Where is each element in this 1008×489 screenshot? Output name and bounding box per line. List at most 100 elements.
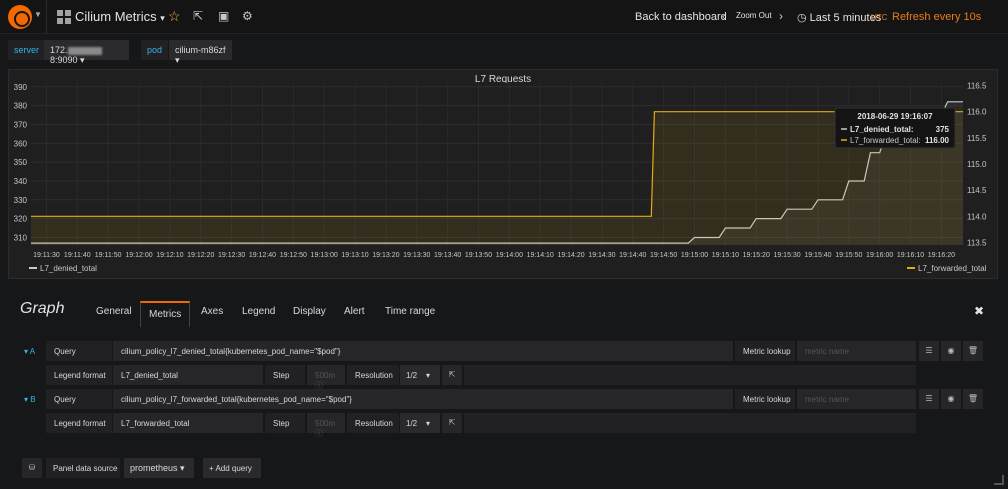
tab-display[interactable]: Display bbox=[293, 306, 326, 317]
tooltip-time: 2018-06-29 19:16:07 bbox=[857, 112, 933, 121]
refresh-picker[interactable]: Refresh every 10s bbox=[892, 11, 981, 23]
y-right-tick-label: 116.0 bbox=[967, 108, 987, 117]
share-icon[interactable]: ⇱ bbox=[193, 9, 203, 23]
x-tick-label: 19:13:40 bbox=[434, 252, 461, 259]
resolution-select-a[interactable]: 1/2 ▾ bbox=[400, 365, 440, 385]
tooltip-name-forwarded: L7_forwarded_total: bbox=[850, 136, 921, 145]
trash-icon[interactable]: 🗑 bbox=[963, 389, 983, 409]
x-tick-label: 19:11:40 bbox=[64, 252, 91, 259]
x-tick-label: 19:13:30 bbox=[403, 252, 430, 259]
graph-panel[interactable]: L7 Requests 310 320 330 340 350 360 370 380 390 1… bbox=[8, 69, 998, 279]
tooltip-value-forwarded: 116.00 bbox=[925, 136, 950, 145]
close-icon[interactable]: ✖ bbox=[974, 304, 984, 318]
query-input-a[interactable]: cilium_policy_l7_denied_total{kubernetes… bbox=[113, 341, 733, 361]
resolution-label: Resolution bbox=[347, 413, 399, 433]
eye-icon[interactable]: ◉ bbox=[941, 389, 961, 409]
x-tick-label: 19:14:20 bbox=[557, 252, 584, 259]
variable-label-pod: pod bbox=[141, 40, 169, 60]
metric-lookup-label: Metric lookup bbox=[735, 341, 795, 361]
resize-handle[interactable] bbox=[994, 475, 1004, 485]
y-left-tick-label: 310 bbox=[14, 233, 28, 242]
zoom-out-button[interactable]: Zoom Out bbox=[736, 11, 772, 20]
query-b-filler bbox=[464, 413, 916, 433]
x-tick-label: 19:14:00 bbox=[496, 252, 523, 259]
chevron-right-icon[interactable]: › bbox=[779, 9, 783, 23]
resolution-select-b[interactable]: 1/2 ▾ bbox=[400, 413, 440, 433]
y-right-tick-label: 116.5 bbox=[967, 82, 987, 91]
variable-label-server: server bbox=[8, 40, 46, 60]
y-right-tick-label: 113.5 bbox=[967, 238, 987, 247]
tab-time-range[interactable]: Time range bbox=[385, 306, 435, 317]
y-left-tick-label: 350 bbox=[14, 158, 28, 167]
trash-icon[interactable]: 🗑 bbox=[963, 341, 983, 361]
navbar-divider bbox=[46, 0, 47, 34]
x-tick-label: 19:11:30 bbox=[33, 252, 60, 259]
legend-format-input-a[interactable]: L7_denied_total bbox=[113, 365, 263, 385]
query-a-filler bbox=[464, 365, 916, 385]
l7-requests-chart[interactable]: 310 320 330 340 350 360 370 380 390 113.5 114.0 114… bbox=[9, 70, 997, 278]
y-left-tick-label: 330 bbox=[14, 196, 28, 205]
step-input-b[interactable]: 500m ⓘ bbox=[307, 413, 345, 438]
redacted-block bbox=[67, 46, 102, 55]
caret-down-icon[interactable]: ▼ bbox=[34, 10, 42, 19]
eye-icon[interactable]: ◉ bbox=[941, 341, 961, 361]
step-label: Step bbox=[265, 365, 305, 385]
x-tick-label: 19:16:20 bbox=[928, 252, 955, 259]
x-tick-label: 19:12:20 bbox=[187, 252, 214, 259]
x-tick-label: 19:14:10 bbox=[527, 252, 554, 259]
y-right-tick-label: 115.0 bbox=[967, 160, 987, 169]
external-link-icon[interactable]: ⇱ bbox=[442, 413, 462, 433]
query-label: Query bbox=[46, 341, 112, 361]
legend-format-label: Legend format bbox=[46, 365, 112, 385]
datasource-select[interactable]: prometheus ▾ bbox=[124, 458, 194, 478]
add-query-button[interactable]: + Add query bbox=[203, 458, 261, 478]
x-tick-label: 19:15:50 bbox=[835, 252, 862, 259]
step-label: Step bbox=[265, 413, 305, 433]
x-tick-label: 19:13:50 bbox=[465, 252, 492, 259]
tab-legend[interactable]: Legend bbox=[242, 306, 275, 317]
tab-general[interactable]: General bbox=[96, 306, 132, 317]
chevron-left-icon[interactable]: ‹ bbox=[722, 11, 726, 23]
tooltip-name-denied: L7_denied_total: bbox=[850, 125, 914, 134]
metric-lookup-input-a[interactable]: metric name bbox=[797, 341, 916, 361]
x-tick-label: 19:16:00 bbox=[866, 252, 893, 259]
tab-metrics[interactable]: Metrics bbox=[140, 301, 191, 327]
variable-select-pod[interactable]: cilium-m86zf ▾ bbox=[169, 40, 232, 65]
query-b-toggle[interactable]: ▾ B bbox=[24, 395, 36, 404]
back-to-dashboard-button[interactable]: Back to dashboard bbox=[635, 11, 727, 23]
x-tick-label: 19:15:10 bbox=[712, 252, 739, 259]
hamburger-icon[interactable]: ☰ bbox=[919, 341, 939, 361]
time-range-picker[interactable]: ◷ Last 5 minutes bbox=[797, 11, 881, 24]
y-right-tick-label: 114.0 bbox=[967, 212, 987, 221]
x-tick-label: 19:15:40 bbox=[804, 252, 831, 259]
x-tick-label: 19:13:00 bbox=[311, 252, 338, 259]
panel-data-source-label: Panel data source bbox=[46, 458, 120, 478]
x-tick-label: 19:14:40 bbox=[619, 252, 646, 259]
x-tick-label: 19:15:00 bbox=[681, 252, 708, 259]
gear-icon[interactable]: ⚙ bbox=[242, 9, 253, 23]
external-link-icon[interactable]: ⇱ bbox=[442, 365, 462, 385]
y-right-tick-label: 114.5 bbox=[967, 186, 987, 195]
variable-select-server[interactable]: 172.8:9090 ▾ bbox=[44, 40, 129, 65]
x-tick-label: 19:12:40 bbox=[249, 252, 276, 259]
dashboard-title[interactable]: Cilium Metrics ▾ bbox=[75, 9, 165, 24]
timezone-badge: UTC bbox=[871, 13, 888, 22]
save-icon[interactable]: ▣ bbox=[218, 9, 229, 23]
y-left-tick-label: 320 bbox=[14, 215, 28, 224]
clock-icon: ◷ bbox=[797, 12, 807, 24]
step-input-a[interactable]: 500m ⓘ bbox=[307, 365, 345, 390]
x-tick-label: 19:13:10 bbox=[341, 252, 368, 259]
grafana-logo-icon[interactable] bbox=[8, 5, 32, 29]
tab-axes[interactable]: Axes bbox=[201, 306, 223, 317]
tab-alert[interactable]: Alert bbox=[344, 306, 365, 317]
star-icon[interactable]: ☆ bbox=[168, 8, 181, 25]
x-tick-label: 19:12:10 bbox=[156, 252, 183, 259]
hamburger-icon[interactable]: ☰ bbox=[919, 389, 939, 409]
query-a-toggle[interactable]: ▾ A bbox=[24, 347, 35, 356]
x-tick-label: 19:14:50 bbox=[650, 252, 677, 259]
y-left-tick-label: 360 bbox=[14, 139, 28, 148]
legend-format-input-b[interactable]: L7_forwarded_total bbox=[113, 413, 263, 433]
query-input-b[interactable]: cilium_policy_l7_forwarded_total{kuberne… bbox=[113, 389, 733, 409]
metric-lookup-input-b[interactable]: metric name bbox=[797, 389, 916, 409]
y-right-tick-label: 115.5 bbox=[967, 134, 987, 143]
